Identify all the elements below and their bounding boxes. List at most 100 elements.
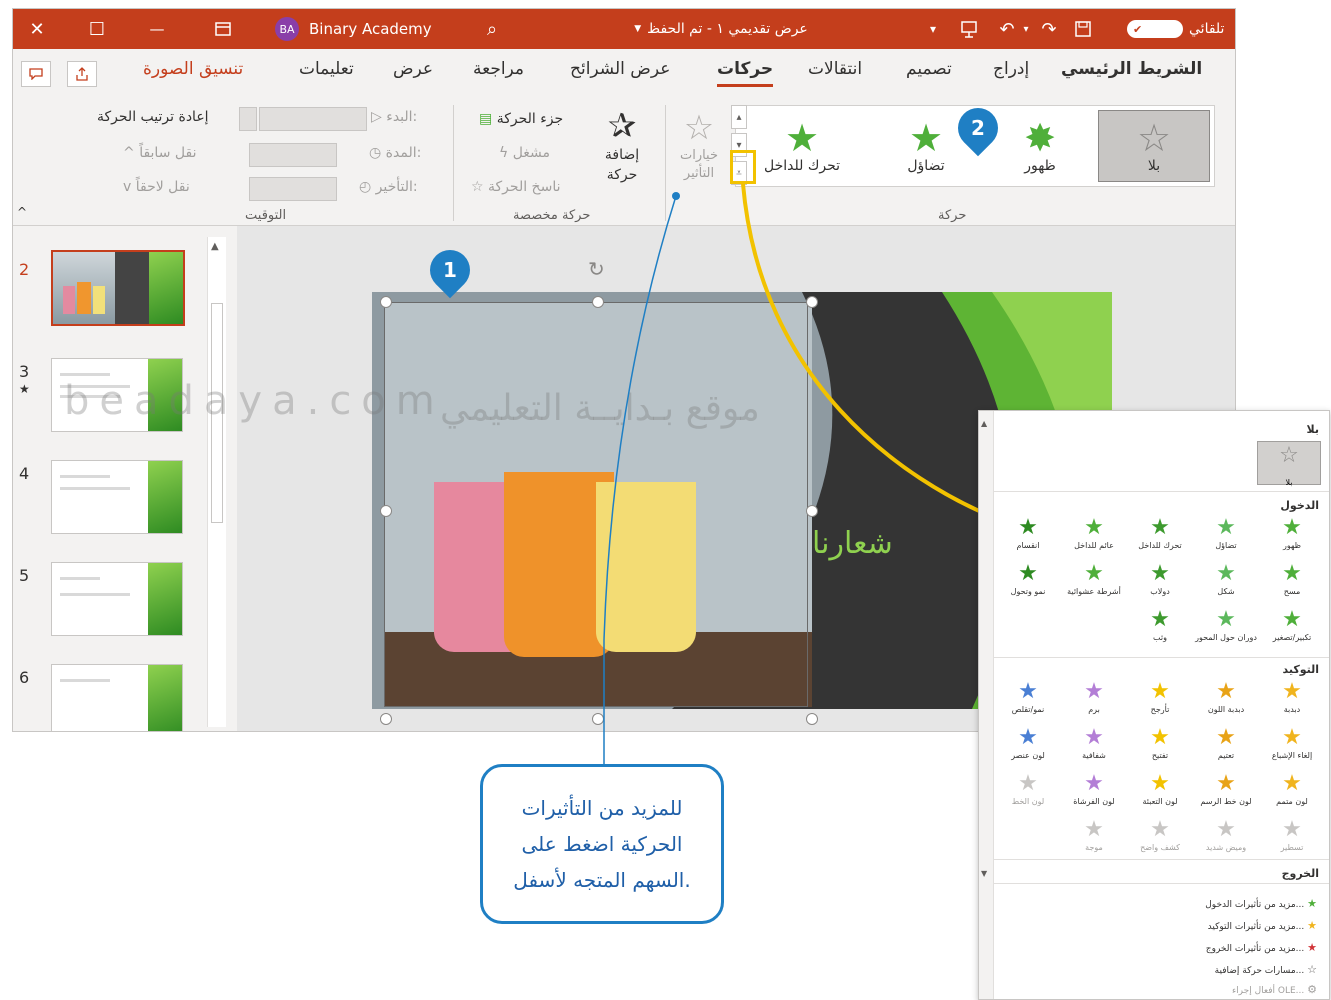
animation-effect-item[interactable]: ★ شكل — [1195, 561, 1257, 596]
animation-effect-item[interactable]: ★ كشف واضح — [1129, 817, 1191, 852]
resize-handle[interactable] — [592, 296, 604, 308]
resize-handle[interactable] — [380, 296, 392, 308]
animation-effect-item[interactable]: ★ وثب — [1129, 607, 1191, 642]
scroll-up-icon[interactable]: ▲ — [981, 419, 987, 428]
animation-effect-item[interactable]: ★ أشرطة عشوائية — [1063, 561, 1125, 596]
animation-appear[interactable]: ✸ ظهور — [984, 110, 1096, 182]
resize-handle[interactable] — [380, 505, 392, 517]
animation-effect-item[interactable]: ★ برم — [1063, 679, 1125, 714]
animation-effect-item[interactable]: ★ لون خط الرسم — [1195, 771, 1257, 806]
animation-effect-item[interactable]: ★ مسح — [1261, 561, 1323, 596]
animation-effect-item[interactable]: ★ نمو وتحول — [997, 561, 1059, 596]
animation-effect-item[interactable]: ★ شفافية — [1063, 725, 1125, 760]
animation-effect-item[interactable]: ★ وميض شديد — [1195, 817, 1257, 852]
resize-handle[interactable] — [806, 296, 818, 308]
animation-effect-item[interactable]: ★ دبدبة اللون — [1195, 679, 1257, 714]
undo-icon[interactable]: ↶ — [995, 9, 1019, 49]
delay-spinner[interactable] — [249, 177, 337, 201]
slide-thumbnail-4[interactable] — [51, 460, 183, 534]
animation-effect-item[interactable]: ★ ظهور — [1261, 515, 1323, 550]
motion-paths-link[interactable]: مسارات حركة إضافية... ☆ — [1215, 963, 1317, 976]
comments-icon[interactable] — [21, 61, 51, 87]
ribbon-display-icon[interactable] — [205, 9, 241, 49]
slide-title[interactable]: شعارنا — [812, 526, 893, 561]
close-icon[interactable]: ✕ — [19, 9, 55, 49]
move-earlier-button[interactable]: ^ نقل سابقاً — [123, 145, 196, 161]
tab-slideshow[interactable]: عرض الشرائح — [570, 59, 670, 79]
animation-effect-item[interactable]: ★ دبدبة — [1261, 679, 1323, 714]
autosave-toggle[interactable]: ✔ — [1125, 9, 1185, 49]
animation-effect-item[interactable]: ★ دولاب — [1129, 561, 1191, 596]
save-icon[interactable] — [1071, 9, 1095, 49]
animation-pane-button[interactable]: ▤ جزء الحركة — [479, 111, 563, 127]
undo-dropdown-icon[interactable]: ▾ — [1019, 9, 1033, 49]
resize-handle[interactable] — [592, 713, 604, 725]
minimize-icon[interactable]: — — [139, 9, 175, 49]
animation-painter-button[interactable]: ☆ ناسخ الحركة — [471, 179, 560, 195]
thumbnails-scrollbar[interactable]: ▲ — [207, 237, 226, 727]
document-title[interactable]: ▼ عرض تقديمي ١ - تم الحفظ — [611, 9, 831, 49]
animation-effect-item[interactable]: ★ لون عنصر — [997, 725, 1059, 760]
tab-home[interactable]: الشريط الرئيسي — [1061, 59, 1202, 79]
animation-effect-item[interactable]: ★ نمو/تقلص — [997, 679, 1059, 714]
tab-transitions[interactable]: انتقالات — [808, 59, 862, 79]
share-icon[interactable] — [67, 61, 97, 87]
effect-options-button[interactable]: ☆ خيارات التأثير — [673, 109, 725, 199]
slide-thumbnail-3[interactable] — [51, 358, 183, 432]
collapse-ribbon-icon[interactable]: ^ — [17, 205, 27, 219]
slide-thumbnail-5[interactable] — [51, 562, 183, 636]
rotate-handle-icon[interactable]: ↻ — [588, 257, 605, 281]
animation-effect-item[interactable]: ★ لون الفرشاة — [1063, 771, 1125, 806]
animation-effect-item[interactable]: ★ دوران حول المحور — [1195, 607, 1257, 642]
animation-effect-item[interactable]: ★ لون التعبئة — [1129, 771, 1191, 806]
animation-effect-item[interactable]: ★ تسطير — [1261, 817, 1323, 852]
animation-none[interactable]: ☆ بلا — [1098, 110, 1210, 182]
duration-spinner[interactable] — [249, 143, 337, 167]
tab-picture-format[interactable]: تنسيق الصورة — [143, 59, 243, 79]
more-emphasis-effects-link[interactable]: مزيد من تأثيرات التوكيد... ★ — [1208, 919, 1317, 932]
animation-effect-item[interactable]: ★ تكبير/تصغير — [1261, 607, 1323, 642]
ole-actions-link[interactable]: أفعال إجراء OLE... ⚙ — [1232, 983, 1317, 996]
add-animation-button[interactable]: ✰ إضافة حركة — [591, 107, 653, 197]
start-dropdown-icon[interactable] — [239, 107, 257, 131]
gallery-up-icon[interactable]: ▴ — [731, 105, 747, 129]
tab-design[interactable]: تصميم — [906, 59, 952, 79]
start-select[interactable] — [259, 107, 367, 131]
account-button[interactable]: BA Binary Academy — [269, 9, 439, 49]
more-entrance-effects-link[interactable]: مزيد من تأثيرات الدخول... ★ — [1205, 897, 1317, 910]
search-icon[interactable]: ⌕ — [477, 9, 507, 49]
present-icon[interactable] — [957, 9, 981, 49]
animation-effect-item[interactable]: ★ تأرجح — [1129, 679, 1191, 714]
animation-effect-item[interactable]: ★ انقسام — [997, 515, 1059, 550]
animation-effect-item[interactable]: ★ إلغاء الإشباع — [1261, 725, 1323, 760]
tab-view[interactable]: عرض — [393, 59, 433, 79]
tab-insert[interactable]: إدراج — [993, 59, 1029, 79]
customize-toolbar-icon[interactable]: ▾ — [923, 9, 943, 49]
more-exit-effects-link[interactable]: مزيد من تأثيرات الخروج... ★ — [1206, 941, 1317, 954]
resize-handle[interactable] — [806, 505, 818, 517]
animation-fly-in[interactable]: ★ تحرك للداخل — [746, 110, 858, 182]
restore-icon[interactable]: ☐ — [79, 9, 115, 49]
slide-thumbnail-2[interactable] — [51, 250, 185, 326]
tab-animations[interactable]: حركات — [717, 59, 774, 87]
overlay-scrollbar[interactable]: ▲ ▼ — [979, 411, 994, 999]
tab-review[interactable]: مراجعة — [473, 59, 524, 79]
redo-icon[interactable]: ↷ — [1037, 9, 1061, 49]
scroll-down-icon[interactable]: ▼ — [981, 869, 987, 878]
overlay-none-item[interactable]: ☆ بلا — [1257, 441, 1321, 487]
animation-effect-item[interactable]: ★ تحرك للداخل — [1129, 515, 1191, 550]
slide-thumbnail-6[interactable] — [51, 664, 183, 731]
animation-effect-item[interactable]: ★ موجة — [1063, 817, 1125, 852]
animation-effect-item[interactable]: ★ تفتيح — [1129, 725, 1191, 760]
scroll-thumb[interactable] — [211, 303, 223, 523]
animation-effect-item[interactable]: ★ تعتيم — [1195, 725, 1257, 760]
resize-handle[interactable] — [380, 713, 392, 725]
scroll-up-icon[interactable]: ▲ — [211, 241, 219, 252]
animation-effect-item[interactable]: ★ تضاؤل — [1195, 515, 1257, 550]
animation-effect-item[interactable]: ★ لون متمم — [1261, 771, 1323, 806]
animation-effect-item[interactable]: ★ لون الخط — [997, 771, 1059, 806]
animation-effect-item[interactable]: ★ عائم للداخل — [1063, 515, 1125, 550]
trigger-button[interactable]: ϟ مشغل — [499, 145, 550, 161]
resize-handle[interactable] — [806, 713, 818, 725]
tab-help[interactable]: تعليمات — [299, 59, 354, 79]
